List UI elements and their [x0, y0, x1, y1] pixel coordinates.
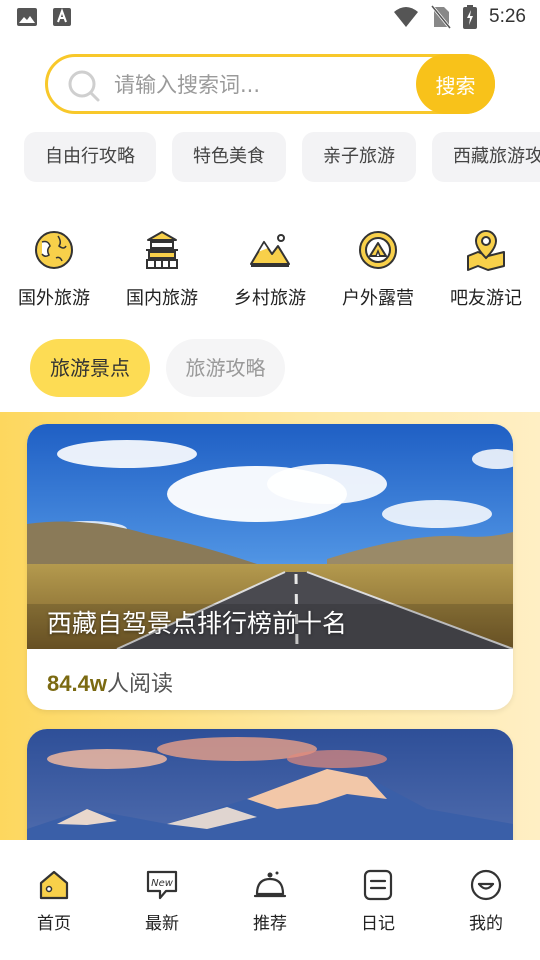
tab-travel-guides[interactable]: 旅游攻略 [166, 339, 285, 397]
chip-free-travel[interactable]: 自由行攻略 [24, 132, 156, 182]
article-cover-image [27, 729, 513, 840]
new-badge-icon: New [146, 870, 178, 900]
nav-label: 我的 [469, 914, 503, 934]
home-icon [39, 870, 69, 900]
category-rural[interactable]: 乡村旅游 [216, 228, 324, 310]
chip-tibet-guide[interactable]: 西藏旅游攻略 [432, 132, 540, 182]
wifi-icon [394, 7, 419, 27]
reads-suffix: 人阅读 [106, 672, 173, 697]
article-title: 西藏自驾景点排行榜前十名 [47, 609, 348, 638]
mountain-icon [250, 234, 290, 267]
battery-charging-icon [463, 5, 478, 29]
chip-family-travel[interactable]: 亲子旅游 [302, 132, 416, 182]
image-icon [17, 8, 37, 26]
category-camping[interactable]: 户外露营 [324, 228, 432, 310]
nav-home[interactable]: 首页 [0, 840, 108, 960]
svg-text:New: New [151, 878, 174, 889]
cloche-icon [253, 871, 287, 898]
nav-recommend[interactable]: 推荐 [216, 840, 324, 960]
article-feed: 西藏自驾景点排行榜前十名 84.4w人阅读 [0, 412, 540, 840]
category-travel-notes[interactable]: 吧友游记 [432, 228, 540, 310]
keyboard-a-icon [53, 8, 71, 26]
article-card[interactable] [27, 729, 513, 840]
no-sim-icon [431, 5, 452, 29]
bottom-nav: 首页 New 最新 推荐 日记 我的 [0, 840, 540, 960]
category-grid: 国外旅游 国内旅游 乡村旅游 户外露营 吧友游记 [0, 228, 540, 310]
article-reads: 84.4w人阅读 [47, 666, 173, 698]
map-pin-icon [467, 230, 505, 271]
search-bar: 搜索 [45, 54, 495, 114]
tab-scenic-spots[interactable]: 旅游景点 [30, 339, 150, 397]
article-card[interactable]: 西藏自驾景点排行榜前十名 84.4w人阅读 [27, 424, 513, 710]
tag-chips: 自由行攻略 特色美食 亲子旅游 西藏旅游攻略 [24, 132, 540, 182]
category-label: 国内旅游 [126, 288, 198, 309]
category-label: 国外旅游 [18, 288, 90, 309]
nav-profile[interactable]: 我的 [432, 840, 540, 960]
nav-label: 最新 [145, 914, 179, 934]
reads-count: 84.4w [47, 671, 107, 696]
category-label: 乡村旅游 [234, 288, 306, 309]
search-button[interactable]: 搜索 [416, 54, 495, 114]
notebook-icon [363, 869, 393, 901]
smiley-icon [470, 869, 502, 901]
tent-icon [359, 231, 397, 269]
nav-latest[interactable]: New 最新 [108, 840, 216, 960]
nav-label: 首页 [37, 914, 71, 934]
globe-icon [35, 231, 73, 269]
category-overseas[interactable]: 国外旅游 [0, 228, 108, 310]
nav-label: 日记 [361, 914, 395, 934]
status-time: 5:26 [489, 6, 526, 27]
search-input[interactable] [114, 69, 394, 101]
chip-local-food[interactable]: 特色美食 [172, 132, 286, 182]
status-bar-right: 5:26 [393, 5, 526, 29]
status-bar: 5:26 [0, 0, 540, 36]
category-domestic[interactable]: 国内旅游 [108, 228, 216, 310]
temple-icon [146, 231, 178, 269]
search-icon [68, 70, 100, 102]
nav-diary[interactable]: 日记 [324, 840, 432, 960]
status-bar-left [16, 7, 72, 27]
category-label: 吧友游记 [450, 288, 522, 309]
nav-label: 推荐 [253, 914, 287, 934]
category-label: 户外露营 [342, 288, 414, 309]
